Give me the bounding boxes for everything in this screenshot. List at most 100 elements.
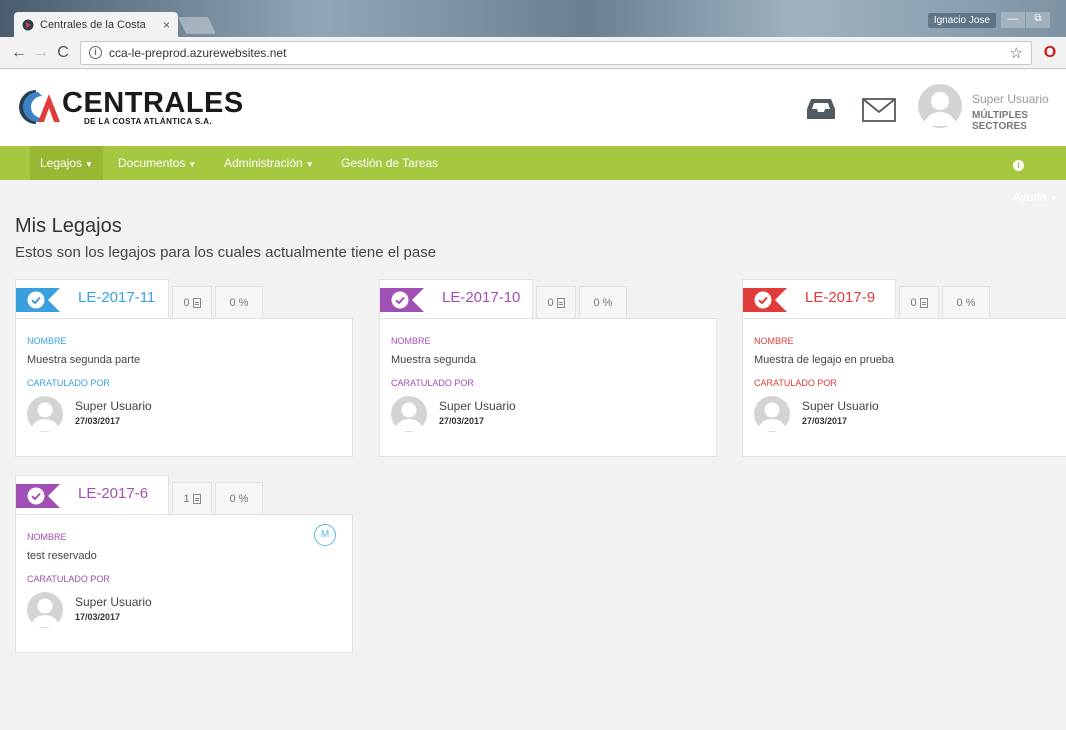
company-logo[interactable]: CENTRALES DE LA COSTA ATLÁNTICA S.A.: [16, 88, 244, 126]
tab-close-icon[interactable]: ×: [163, 18, 170, 32]
nav-item-documentos[interactable]: Documentos ▼: [108, 146, 206, 180]
card-tabs: LE-2017-9 0 0%: [742, 279, 1066, 319]
header-user-sector: MÚLTIPLES SECTORES: [972, 110, 1028, 132]
person-name: Super Usuario: [75, 399, 152, 413]
tab-percent[interactable]: 0%: [942, 286, 990, 319]
legajo-name: Muestra segunda: [391, 354, 476, 366]
check-circle-icon: [27, 487, 45, 505]
person-name: Super Usuario: [802, 399, 879, 413]
info-icon[interactable]: i: [89, 46, 102, 59]
legajo-code: LE-2017-11: [78, 289, 156, 306]
tab-legajo[interactable]: LE-2017-11: [15, 279, 169, 319]
url-text[interactable]: cca-le-preprod.azurewebsites.net: [109, 46, 1004, 60]
inbox-icon[interactable]: [806, 98, 836, 120]
label-nombre: NOMBRE: [391, 336, 431, 346]
main-navbar: Legajos ▼ Documentos ▼ Administración ▼ Ges…: [0, 146, 1066, 204]
check-circle-icon: [754, 291, 772, 309]
document-icon: [192, 494, 201, 504]
person-name: Super Usuario: [75, 595, 152, 609]
label-caratulado-por: CARATULADO POR: [27, 378, 110, 388]
tab-legajo[interactable]: LE-2017-10: [379, 279, 533, 319]
person-date: 27/03/2017: [75, 416, 121, 426]
person-date: 17/03/2017: [75, 612, 121, 622]
card-tabs: LE-2017-10 0 0%: [379, 279, 717, 319]
nav-label: Documentos: [118, 156, 186, 170]
opera-icon[interactable]: O: [1042, 44, 1058, 62]
caret-down-icon: ▼: [305, 160, 314, 169]
tab-percent[interactable]: 0%: [579, 286, 627, 319]
tab-documents[interactable]: 0: [536, 286, 576, 319]
tab-documents[interactable]: 0: [899, 286, 939, 319]
site-favicon-icon: [22, 19, 34, 30]
label-nombre: NOMBRE: [27, 336, 67, 346]
nav-item-gestion-tareas[interactable]: Gestión de Tareas: [331, 146, 448, 180]
caret-down-icon: ▼: [1049, 194, 1058, 203]
os-user-badge[interactable]: Ignacio Jose: [927, 13, 996, 28]
avatar: [391, 396, 427, 432]
bookmark-star-icon[interactable]: ☆: [1010, 44, 1023, 62]
avatar: [27, 592, 63, 628]
percent-value: 0: [956, 297, 963, 309]
new-tab-button[interactable]: [178, 17, 216, 34]
documents-count: 1: [183, 493, 190, 505]
legajo-name: test reservado: [27, 550, 97, 562]
document-icon: [192, 298, 201, 308]
reserved-badge[interactable]: M: [314, 524, 336, 546]
card-body: NOMBRE Muestra de legajo en prueba CARAT…: [742, 318, 1066, 457]
legajo-code: LE-2017-10: [442, 289, 521, 306]
tab-title: Centrales de la Costa: [40, 18, 146, 31]
tab-percent[interactable]: 0%: [215, 482, 263, 515]
legajo-card[interactable]: LE-2017-6 1 0% NOMBRE test reservado CAR…: [15, 475, 353, 653]
maximize-button[interactable]: ⧉: [1026, 12, 1050, 28]
header-user-name[interactable]: Super Usuario: [972, 92, 1049, 106]
logo-mark-icon: [19, 90, 60, 124]
legajo-card[interactable]: LE-2017-11 0 0% NOMBRE Muestra segunda p…: [15, 279, 353, 457]
nav-item-ayuda[interactable]: i Ayuda ▼: [1003, 146, 1066, 204]
percent-value: 0: [593, 297, 600, 309]
tab-percent[interactable]: 0%: [215, 286, 263, 319]
percent-icon: %: [238, 297, 249, 309]
card-body: NOMBRE Muestra segunda parte CARATULADO …: [15, 318, 353, 457]
tab-legajo[interactable]: LE-2017-6: [15, 475, 169, 515]
tab-documents[interactable]: 0: [172, 286, 212, 319]
user-avatar[interactable]: [918, 84, 962, 128]
check-circle-icon: [27, 291, 45, 309]
browser-toolbar: ← → C i cca-le-preprod.azurewebsites.net…: [0, 37, 1066, 69]
card-body: NOMBRE test reservado CARATULADO POR Sup…: [15, 514, 353, 653]
check-circle-icon: [391, 291, 409, 309]
tab-legajo[interactable]: LE-2017-9: [742, 279, 896, 319]
page-title: Mis Legajos: [15, 215, 122, 237]
label-caratulado-por: CARATULADO POR: [754, 378, 837, 388]
forward-arrow-icon[interactable]: →: [30, 44, 52, 62]
label-nombre: NOMBRE: [27, 532, 67, 542]
nav-label: Ayuda: [1013, 190, 1047, 204]
documents-count: 0: [547, 297, 554, 309]
person-date: 27/03/2017: [439, 416, 485, 426]
percent-value: 0: [229, 493, 236, 505]
nav-label: Gestión de Tareas: [341, 156, 439, 170]
reload-icon[interactable]: C: [52, 44, 74, 62]
caret-down-icon: ▼: [85, 160, 93, 169]
document-icon: [919, 298, 928, 308]
mail-icon[interactable]: [862, 98, 896, 122]
legajo-card[interactable]: LE-2017-9 0 0% NOMBRE Muestra de legajo …: [742, 279, 1066, 457]
legajo-name: Muestra segunda parte: [27, 354, 141, 366]
person-date: 27/03/2017: [802, 416, 848, 426]
nav-item-administracion[interactable]: Administración ▼: [214, 146, 324, 180]
tab-documents[interactable]: 1: [172, 482, 212, 515]
card-tabs: LE-2017-11 0 0%: [15, 279, 353, 319]
legajo-name: Muestra de legajo en prueba: [754, 354, 895, 366]
card-tabs: LE-2017-6 1 0%: [15, 475, 353, 515]
person-name: Super Usuario: [439, 399, 516, 413]
caret-down-icon: ▼: [188, 160, 197, 169]
legajo-code: LE-2017-6: [78, 485, 149, 502]
address-bar[interactable]: i cca-le-preprod.azurewebsites.net ☆: [80, 40, 1032, 65]
nav-item-legajos[interactable]: Legajos ▼: [30, 146, 103, 180]
browser-tab[interactable]: Centrales de la Costa ×: [14, 12, 178, 37]
page-subtitle: Estos son los legajos para los cuales ac…: [15, 244, 437, 261]
legajo-card[interactable]: LE-2017-10 0 0% NOMBRE Muestra segunda C…: [379, 279, 717, 457]
back-arrow-icon[interactable]: ←: [8, 44, 30, 62]
minimize-button[interactable]: —: [1001, 12, 1025, 28]
documents-count: 0: [183, 297, 190, 309]
app-header: CENTRALES DE LA COSTA ATLÁNTICA S.A. Sup…: [0, 70, 1066, 146]
